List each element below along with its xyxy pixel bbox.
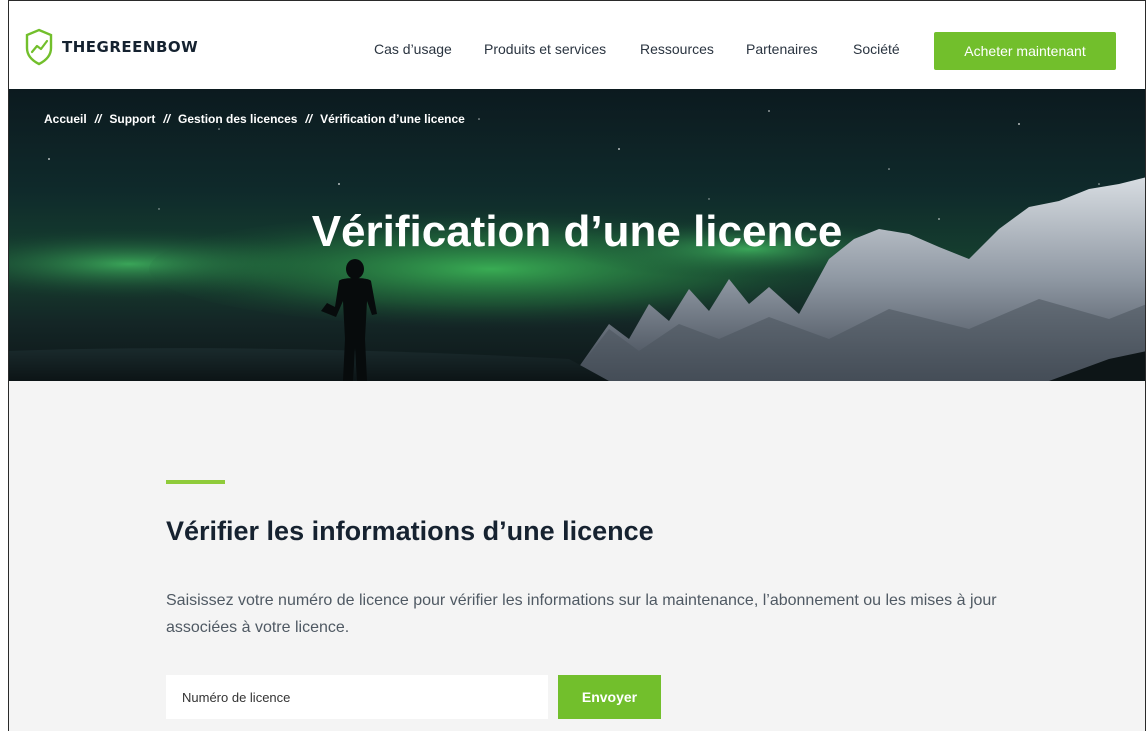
- browser-page: THEGREENBOW Cas d’usage Produits et serv…: [8, 0, 1146, 731]
- nav-item-partenaires[interactable]: Partenaires: [746, 41, 818, 57]
- license-check-section: Vérifier les informations d’une licence …: [9, 381, 1145, 731]
- nav-item-societe[interactable]: Société: [853, 41, 900, 57]
- breadcrumb: Accueil // Support // Gestion des licenc…: [44, 112, 465, 126]
- breadcrumb-accueil[interactable]: Accueil: [44, 112, 87, 126]
- section-title: Vérifier les informations d’une licence: [166, 516, 654, 546]
- accent-bar: [166, 480, 225, 484]
- nav-item-cas-usage[interactable]: Cas d’usage: [374, 41, 452, 57]
- breadcrumb-separator: //: [305, 112, 313, 126]
- buy-now-button[interactable]: Acheter maintenant: [934, 32, 1116, 70]
- breadcrumb-current: Vérification d’une licence: [320, 112, 465, 126]
- section-description: Saisissez votre numéro de licence pour v…: [166, 592, 997, 636]
- breadcrumb-support[interactable]: Support: [109, 112, 155, 126]
- breadcrumb-separator: //: [94, 112, 102, 126]
- license-number-input[interactable]: [166, 675, 548, 719]
- nav-item-produits-services[interactable]: Produits et services: [484, 41, 606, 57]
- breadcrumb-gestion-licences[interactable]: Gestion des licences: [178, 112, 297, 126]
- submit-button[interactable]: Envoyer: [558, 675, 661, 719]
- page-title: Vérification d’une licence: [311, 207, 843, 256]
- site-header: THEGREENBOW Cas d’usage Produits et serv…: [9, 1, 1145, 89]
- hero-banner: Accueil // Support // Gestion des licenc…: [9, 89, 1145, 381]
- nav-item-ressources[interactable]: Ressources: [640, 41, 714, 57]
- breadcrumb-separator: //: [163, 112, 171, 126]
